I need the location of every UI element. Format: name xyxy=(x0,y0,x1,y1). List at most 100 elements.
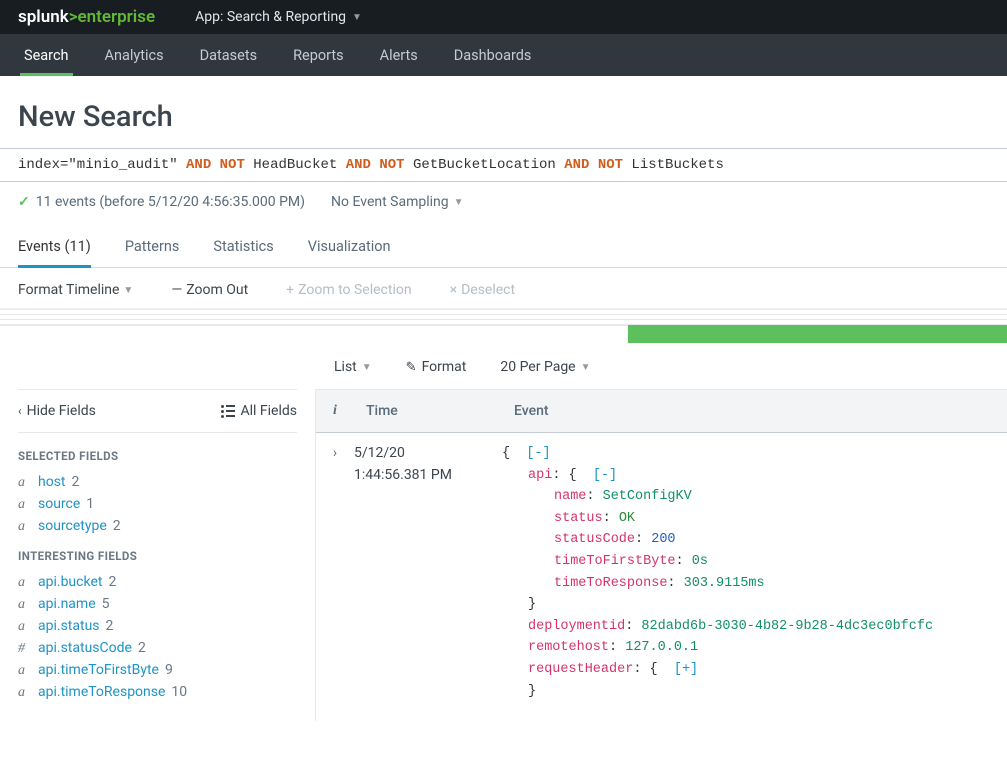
zoom-out-button[interactable]: — Zoom Out xyxy=(171,282,248,298)
field-row[interactable]: a api.bucket 2 xyxy=(18,571,297,593)
deselect-button: × Deselect xyxy=(450,282,515,298)
hide-fields-button[interactable]: ‹ Hide Fields xyxy=(18,403,96,419)
tab-events[interactable]: Events (11) xyxy=(18,228,91,268)
all-fields-button[interactable]: All Fields xyxy=(221,403,297,419)
app-selector[interactable]: App: Search & Reporting ▼ xyxy=(195,9,362,25)
list-icon xyxy=(221,405,235,418)
nav-reports[interactable]: Reports xyxy=(275,34,362,76)
field-name: host xyxy=(38,474,66,490)
interesting-fields-header: INTERESTING FIELDS xyxy=(18,549,297,563)
nav-analytics[interactable]: Analytics xyxy=(87,34,182,76)
pencil-icon: ✎ xyxy=(406,360,417,375)
check-icon: ✓ xyxy=(18,194,30,210)
caret-down-icon: ▼ xyxy=(352,12,362,23)
tab-visualization[interactable]: Visualization xyxy=(308,228,391,267)
field-row[interactable]: aapi.status2 xyxy=(18,615,297,637)
col-time[interactable]: Time xyxy=(354,390,502,432)
field-count: 2 xyxy=(108,574,116,590)
field-type-icon: a xyxy=(18,475,32,491)
field-type-icon: a xyxy=(18,497,32,513)
json-expand-toggle[interactable]: [+] xyxy=(674,662,698,677)
nav-search[interactable]: Search xyxy=(6,34,87,76)
field-count: 5 xyxy=(102,596,110,612)
splunk-logo: splunk>enterprise xyxy=(18,7,155,27)
field-name: source xyxy=(38,496,80,512)
field-type-icon: a xyxy=(18,685,32,701)
per-page-dropdown[interactable]: 20 Per Page ▼ xyxy=(500,359,590,375)
timeline-controls: Format Timeline ▼ — Zoom Out + Zoom to S… xyxy=(0,268,1007,309)
field-row[interactable]: ahost2 xyxy=(18,471,297,493)
table-row: › 5/12/20 1:44:56.381 PM { [-] api: { [-… xyxy=(316,433,1007,716)
format-timeline-button[interactable]: Format Timeline ▼ xyxy=(18,282,133,298)
field-row[interactable]: asource 1 xyxy=(18,493,297,515)
logo-text-1: splunk xyxy=(18,7,69,27)
view-controls: List ▼ ✎ Format 20 Per Page ▼ xyxy=(334,343,989,389)
status-text: 11 events (before 5/12/20 4:56:35.000 PM… xyxy=(36,194,305,210)
field-name: api.status xyxy=(38,618,100,634)
events-main: i Time Event › 5/12/20 1:44:56.381 PM { … xyxy=(316,389,1007,721)
field-row[interactable]: a api.timeToResponse 10 xyxy=(18,681,297,703)
status-row: ✓ 11 events (before 5/12/20 4:56:35.000 … xyxy=(18,182,989,222)
page-title: New Search xyxy=(18,100,989,134)
field-name: api.timeToFirstByte xyxy=(38,662,159,678)
field-name: sourcetype xyxy=(38,518,107,534)
app-selector-label: App: Search & Reporting xyxy=(195,9,346,25)
top-bar: splunk>enterprise App: Search & Reportin… xyxy=(0,0,1007,34)
sampling-label: No Event Sampling xyxy=(331,194,449,210)
logo-gt: > xyxy=(69,7,78,27)
col-event[interactable]: Event xyxy=(502,390,561,432)
field-count: 9 xyxy=(165,662,173,678)
nav-datasets[interactable]: Datasets xyxy=(182,34,275,76)
field-type-icon: a xyxy=(18,519,32,535)
field-type-icon: a xyxy=(18,663,32,679)
nav-alerts[interactable]: Alerts xyxy=(362,34,436,76)
list-view-dropdown[interactable]: List ▼ xyxy=(334,359,372,375)
field-row[interactable]: a sourcetype 2 xyxy=(18,515,297,537)
timeline-chart[interactable] xyxy=(0,309,1007,343)
tab-statistics[interactable]: Statistics xyxy=(213,228,273,267)
nav-dashboards[interactable]: Dashboards xyxy=(436,34,550,76)
json-collapse-toggle[interactable]: [-] xyxy=(526,446,550,461)
caret-down-icon: ▼ xyxy=(123,285,133,296)
minus-icon: — xyxy=(171,282,182,298)
field-row[interactable]: a api.timeToFirstByte 9 xyxy=(18,659,297,681)
timeline-bar[interactable] xyxy=(628,325,1007,343)
col-info: i xyxy=(316,390,354,432)
event-sampling-dropdown[interactable]: No Event Sampling ▼ xyxy=(331,194,464,210)
results-area: ‹ Hide Fields All Fields SELECTED FIELDS… xyxy=(0,389,1007,721)
search-input[interactable]: index="minio_audit" AND NOT HeadBucket A… xyxy=(0,148,1007,182)
events-table-header: i Time Event xyxy=(316,389,1007,433)
tab-patterns[interactable]: Patterns xyxy=(125,228,180,267)
event-json: { [-] api: { [-] name: SetConfigKV statu… xyxy=(502,443,1007,716)
field-row[interactable]: # api.statusCode 2 xyxy=(18,637,297,659)
field-type-icon: # xyxy=(18,641,32,657)
field-count: 10 xyxy=(171,684,187,700)
field-name: api.timeToResponse xyxy=(38,684,165,700)
caret-down-icon: ▼ xyxy=(362,362,372,373)
field-count: 1 xyxy=(86,496,94,512)
plus-icon: + xyxy=(286,282,294,298)
field-count: 2 xyxy=(113,518,121,534)
result-tabs: Events (11) Patterns Statistics Visualiz… xyxy=(0,228,1007,268)
field-row[interactable]: a api.name 5 xyxy=(18,593,297,615)
x-icon: × xyxy=(450,282,457,298)
field-name: api.statusCode xyxy=(38,640,132,656)
event-time: 5/12/20 1:44:56.381 PM xyxy=(354,443,502,716)
content-area: New Search index="minio_audit" AND NOT H… xyxy=(0,76,1007,721)
logo-text-2: enterprise xyxy=(78,7,156,27)
field-name: api.name xyxy=(38,596,96,612)
json-collapse-toggle[interactable]: [-] xyxy=(593,468,617,483)
zoom-to-selection-button: + Zoom to Selection xyxy=(286,282,411,298)
caret-down-icon: ▼ xyxy=(581,362,591,373)
format-button[interactable]: ✎ Format xyxy=(406,359,467,375)
chevron-left-icon: ‹ xyxy=(18,404,22,418)
expand-row-button[interactable]: › xyxy=(316,443,354,716)
field-type-icon: a xyxy=(18,597,32,613)
fields-sidebar: ‹ Hide Fields All Fields SELECTED FIELDS… xyxy=(0,389,316,721)
selected-fields-header: SELECTED FIELDS xyxy=(18,449,297,463)
field-type-icon: a xyxy=(18,619,32,635)
field-type-icon: a xyxy=(18,575,32,591)
field-name: api.bucket xyxy=(38,574,102,590)
field-count: 2 xyxy=(138,640,146,656)
nav-bar: Search Analytics Datasets Reports Alerts… xyxy=(0,34,1007,76)
